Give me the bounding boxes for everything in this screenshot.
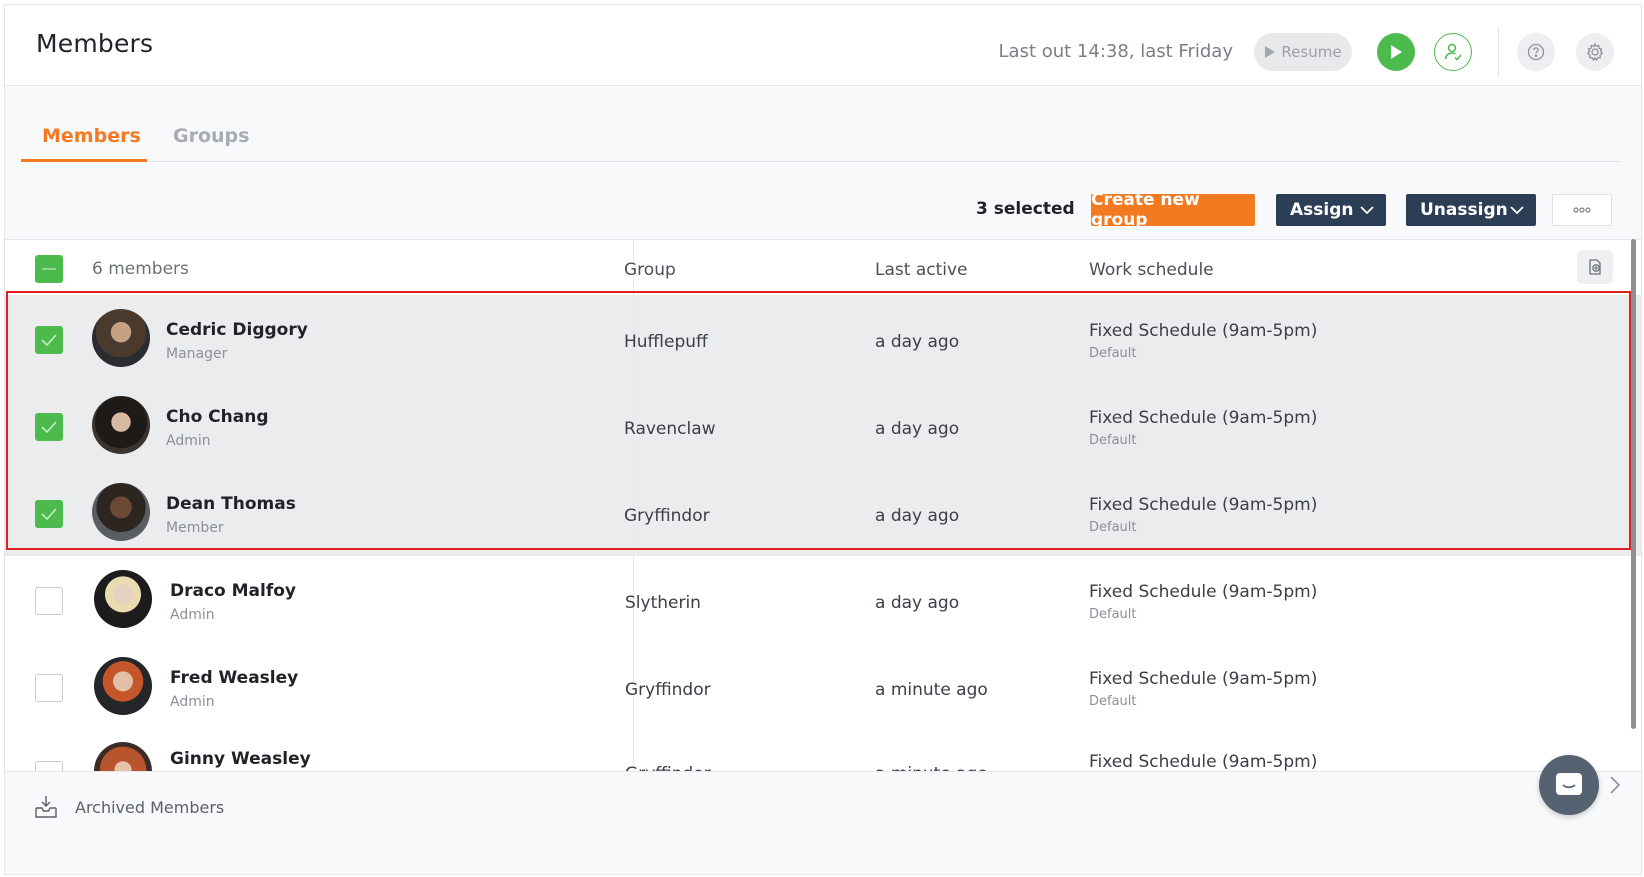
resume-label: Resume bbox=[1281, 43, 1342, 61]
avatar bbox=[92, 483, 150, 541]
avatar bbox=[94, 570, 152, 628]
member-last-active: a day ago bbox=[875, 419, 960, 439]
member-last-active: a day ago bbox=[875, 593, 960, 613]
start-timer-button[interactable] bbox=[1377, 33, 1415, 71]
row-checkbox[interactable] bbox=[35, 587, 63, 615]
last-out-status: Last out 14:38, last Friday bbox=[998, 41, 1233, 62]
member-group: Slytherin bbox=[625, 593, 701, 613]
table-row[interactable]: Cho Chang Admin Ravenclaw a day ago Fixe… bbox=[5, 382, 1641, 470]
check-icon bbox=[41, 421, 57, 434]
member-name[interactable]: Ginny Weasley bbox=[170, 749, 311, 769]
archived-footer[interactable]: Archived Members bbox=[5, 771, 1641, 874]
member-role: Admin bbox=[170, 607, 215, 623]
member-name[interactable]: Fred Weasley bbox=[170, 668, 298, 688]
member-schedule: Fixed Schedule (9am-5pm) bbox=[1089, 582, 1318, 602]
more-horizontal-icon bbox=[1573, 207, 1591, 213]
table-row[interactable]: Cedric Diggory Manager Hufflepuff a day … bbox=[5, 295, 1641, 383]
member-group: Gryffindor bbox=[625, 680, 711, 700]
member-schedule: Fixed Schedule (9am-5pm) bbox=[1089, 752, 1318, 772]
play-small-icon bbox=[1265, 46, 1276, 58]
tabs-divider bbox=[21, 161, 1621, 162]
member-schedule: Fixed Schedule (9am-5pm) bbox=[1089, 495, 1318, 515]
gear-icon bbox=[1586, 42, 1604, 62]
member-group: Hufflepuff bbox=[624, 332, 708, 352]
user-check-icon bbox=[1444, 43, 1462, 61]
help-button[interactable] bbox=[1517, 33, 1555, 71]
select-all-checkbox[interactable] bbox=[35, 255, 63, 283]
member-name[interactable]: Draco Malfoy bbox=[170, 581, 296, 601]
member-role: Manager bbox=[166, 346, 228, 362]
table-header: 6 members Group Last active Work schedul… bbox=[5, 239, 1641, 296]
help-icon bbox=[1527, 43, 1545, 61]
avatar bbox=[94, 657, 152, 715]
member-count: 6 members bbox=[92, 259, 189, 279]
member-name[interactable]: Cedric Diggory bbox=[166, 320, 308, 340]
member-name[interactable]: Dean Thomas bbox=[166, 494, 296, 514]
assign-label: Assign bbox=[1290, 200, 1354, 220]
member-last-active: a day ago bbox=[875, 506, 960, 526]
member-schedule-sub: Default bbox=[1089, 433, 1137, 448]
add-column-button[interactable] bbox=[1577, 250, 1613, 284]
table-row[interactable]: Fred Weasley Admin Gryffindor a minute a… bbox=[5, 643, 1641, 731]
column-header-work-schedule[interactable]: Work schedule bbox=[1089, 260, 1214, 280]
app-frame: Members Last out 14:38, last Friday Resu… bbox=[4, 4, 1642, 875]
member-schedule: Fixed Schedule (9am-5pm) bbox=[1089, 408, 1318, 428]
member-last-active: a day ago bbox=[875, 332, 960, 352]
chevron-down-icon bbox=[1360, 206, 1374, 214]
page-header: Members Last out 14:38, last Friday Resu… bbox=[5, 5, 1641, 86]
create-group-button[interactable]: Create new group bbox=[1091, 190, 1255, 230]
unassign-label: Unassign bbox=[1420, 200, 1508, 220]
check-icon bbox=[41, 334, 57, 347]
archive-tray-icon bbox=[35, 796, 57, 818]
table-row[interactable]: Draco Malfoy Admin Slytherin a day ago F… bbox=[5, 556, 1641, 644]
chevron-right-icon[interactable] bbox=[1609, 775, 1621, 795]
member-schedule-sub: Default bbox=[1089, 346, 1137, 361]
member-schedule: Fixed Schedule (9am-5pm) bbox=[1089, 669, 1318, 689]
member-group: Ravenclaw bbox=[624, 419, 716, 439]
column-header-group[interactable]: Group bbox=[624, 260, 676, 280]
tab-groups[interactable]: Groups bbox=[173, 125, 249, 147]
chat-icon bbox=[1556, 773, 1582, 795]
column-header-last-active[interactable]: Last active bbox=[875, 260, 968, 280]
selected-count: 3 selected bbox=[976, 199, 1075, 219]
check-icon bbox=[41, 508, 57, 521]
row-checkbox[interactable] bbox=[35, 500, 63, 528]
member-schedule-sub: Default bbox=[1089, 607, 1137, 622]
row-checkbox[interactable] bbox=[35, 674, 63, 702]
more-options-button[interactable] bbox=[1552, 194, 1612, 226]
member-group: Gryffindor bbox=[624, 506, 710, 526]
avatar bbox=[92, 309, 150, 367]
member-role: Member bbox=[166, 520, 224, 536]
member-role: Admin bbox=[170, 694, 215, 710]
archived-members-link[interactable]: Archived Members bbox=[75, 798, 224, 817]
play-icon bbox=[1391, 45, 1402, 59]
member-schedule: Fixed Schedule (9am-5pm) bbox=[1089, 321, 1318, 341]
member-last-active: a minute ago bbox=[875, 680, 988, 700]
chevron-down-icon bbox=[1510, 206, 1524, 214]
resume-button[interactable]: Resume bbox=[1254, 33, 1352, 71]
avatar bbox=[92, 396, 150, 454]
table-scrollbar[interactable] bbox=[1631, 239, 1636, 729]
header-divider bbox=[1498, 27, 1499, 77]
minus-icon bbox=[42, 268, 56, 270]
settings-button[interactable] bbox=[1576, 33, 1614, 71]
member-name[interactable]: Cho Chang bbox=[166, 407, 269, 427]
chat-support-button[interactable] bbox=[1539, 755, 1599, 815]
assign-dropdown-button[interactable]: Assign bbox=[1276, 194, 1386, 226]
unassign-dropdown-button[interactable]: Unassign bbox=[1406, 194, 1536, 226]
row-checkbox[interactable] bbox=[35, 326, 63, 354]
active-tab-indicator bbox=[21, 159, 147, 162]
member-role: Admin bbox=[166, 433, 211, 449]
page-title: Members bbox=[36, 29, 154, 58]
table-row[interactable]: Dean Thomas Member Gryffindor a day ago … bbox=[5, 469, 1641, 557]
row-checkbox[interactable] bbox=[35, 413, 63, 441]
add-column-icon bbox=[1589, 259, 1601, 275]
tab-members[interactable]: Members bbox=[42, 125, 141, 147]
user-check-button[interactable] bbox=[1434, 33, 1472, 71]
member-schedule-sub: Default bbox=[1089, 694, 1137, 709]
member-schedule-sub: Default bbox=[1089, 520, 1137, 535]
